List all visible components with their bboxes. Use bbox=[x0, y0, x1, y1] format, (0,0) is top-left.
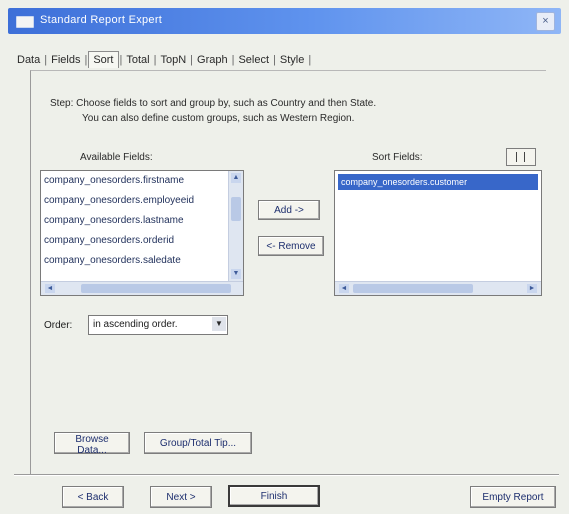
add-button[interactable]: Add -> bbox=[258, 200, 320, 220]
list-item[interactable]: company_onesorders.employeeid bbox=[41, 191, 243, 211]
tab-select[interactable]: Select bbox=[235, 54, 272, 66]
chevron-down-icon[interactable]: ▼ bbox=[212, 317, 226, 331]
divider-icon bbox=[516, 152, 517, 162]
list-item[interactable]: company_onesorders.firstname bbox=[41, 171, 243, 191]
list-item[interactable]: company_onesorders.saledate bbox=[41, 251, 243, 271]
empty-report-button[interactable]: Empty Report bbox=[470, 486, 556, 508]
divider-icon bbox=[524, 152, 525, 162]
footer-divider bbox=[14, 474, 559, 476]
available-fields-list[interactable]: company_onesorders.firstname company_one… bbox=[40, 170, 244, 296]
tab-total[interactable]: Total bbox=[123, 54, 152, 66]
tab-style[interactable]: Style bbox=[277, 54, 307, 66]
sort-fields-label: Sort Fields: bbox=[372, 152, 423, 163]
scroll-thumb[interactable] bbox=[231, 197, 241, 221]
tab-data[interactable]: Data bbox=[14, 54, 43, 66]
finish-button[interactable]: Finish bbox=[228, 485, 320, 507]
tab-topn[interactable]: TopN bbox=[157, 54, 189, 66]
window-title: Standard Report Expert bbox=[40, 14, 163, 26]
scroll-right-icon[interactable]: ► bbox=[527, 284, 537, 293]
browse-data-button[interactable]: Browse Data... bbox=[54, 432, 130, 456]
tab-fields[interactable]: Fields bbox=[48, 54, 83, 66]
instruction-line-2: You can also define custom groups, such … bbox=[82, 113, 355, 124]
app-icon bbox=[16, 16, 34, 28]
order-select-value: in ascending order. bbox=[93, 319, 178, 330]
vertical-scrollbar[interactable]: ▲ ▼ bbox=[228, 171, 243, 281]
scroll-down-icon[interactable]: ▼ bbox=[231, 269, 241, 279]
sort-fields-list[interactable]: company_onesorders.customer ◄ ► bbox=[334, 170, 542, 296]
available-fields-label: Available Fields: bbox=[80, 152, 153, 163]
scroll-up-icon[interactable]: ▲ bbox=[231, 173, 241, 183]
horizontal-scrollbar[interactable]: ◄ ► bbox=[335, 281, 541, 295]
scroll-thumb[interactable] bbox=[81, 284, 231, 293]
tab-graph[interactable]: Graph bbox=[194, 54, 231, 66]
instruction-line-1: Step: Choose fields to sort and group by… bbox=[50, 98, 377, 109]
list-item[interactable]: company_onesorders.orderid bbox=[41, 231, 243, 251]
group-options-button[interactable] bbox=[506, 148, 536, 166]
horizontal-scrollbar[interactable]: ◄ bbox=[41, 281, 243, 295]
scroll-thumb[interactable] bbox=[353, 284, 473, 293]
scroll-left-icon[interactable]: ◄ bbox=[339, 284, 349, 293]
scroll-left-icon[interactable]: ◄ bbox=[45, 284, 55, 293]
close-button[interactable]: × bbox=[536, 12, 555, 31]
tab-strip: Data | Fields | Sort | Total | TopN | Graph | … bbox=[14, 50, 312, 70]
list-item[interactable]: company_onesorders.lastname bbox=[41, 211, 243, 231]
order-label: Order: bbox=[44, 320, 73, 331]
list-item-selected[interactable]: company_onesorders.customer bbox=[338, 174, 538, 190]
next-button[interactable]: Next > bbox=[150, 486, 212, 508]
back-button[interactable]: < Back bbox=[62, 486, 124, 508]
tab-sort[interactable]: Sort bbox=[88, 50, 119, 68]
remove-button[interactable]: <- Remove bbox=[258, 236, 324, 256]
order-select[interactable]: in ascending order. ▼ bbox=[88, 315, 228, 335]
tab-separator: | bbox=[308, 54, 312, 66]
title-bar: Standard Report Expert × bbox=[8, 8, 561, 34]
group-total-tip-button[interactable]: Group/Total Tip... bbox=[144, 432, 252, 454]
